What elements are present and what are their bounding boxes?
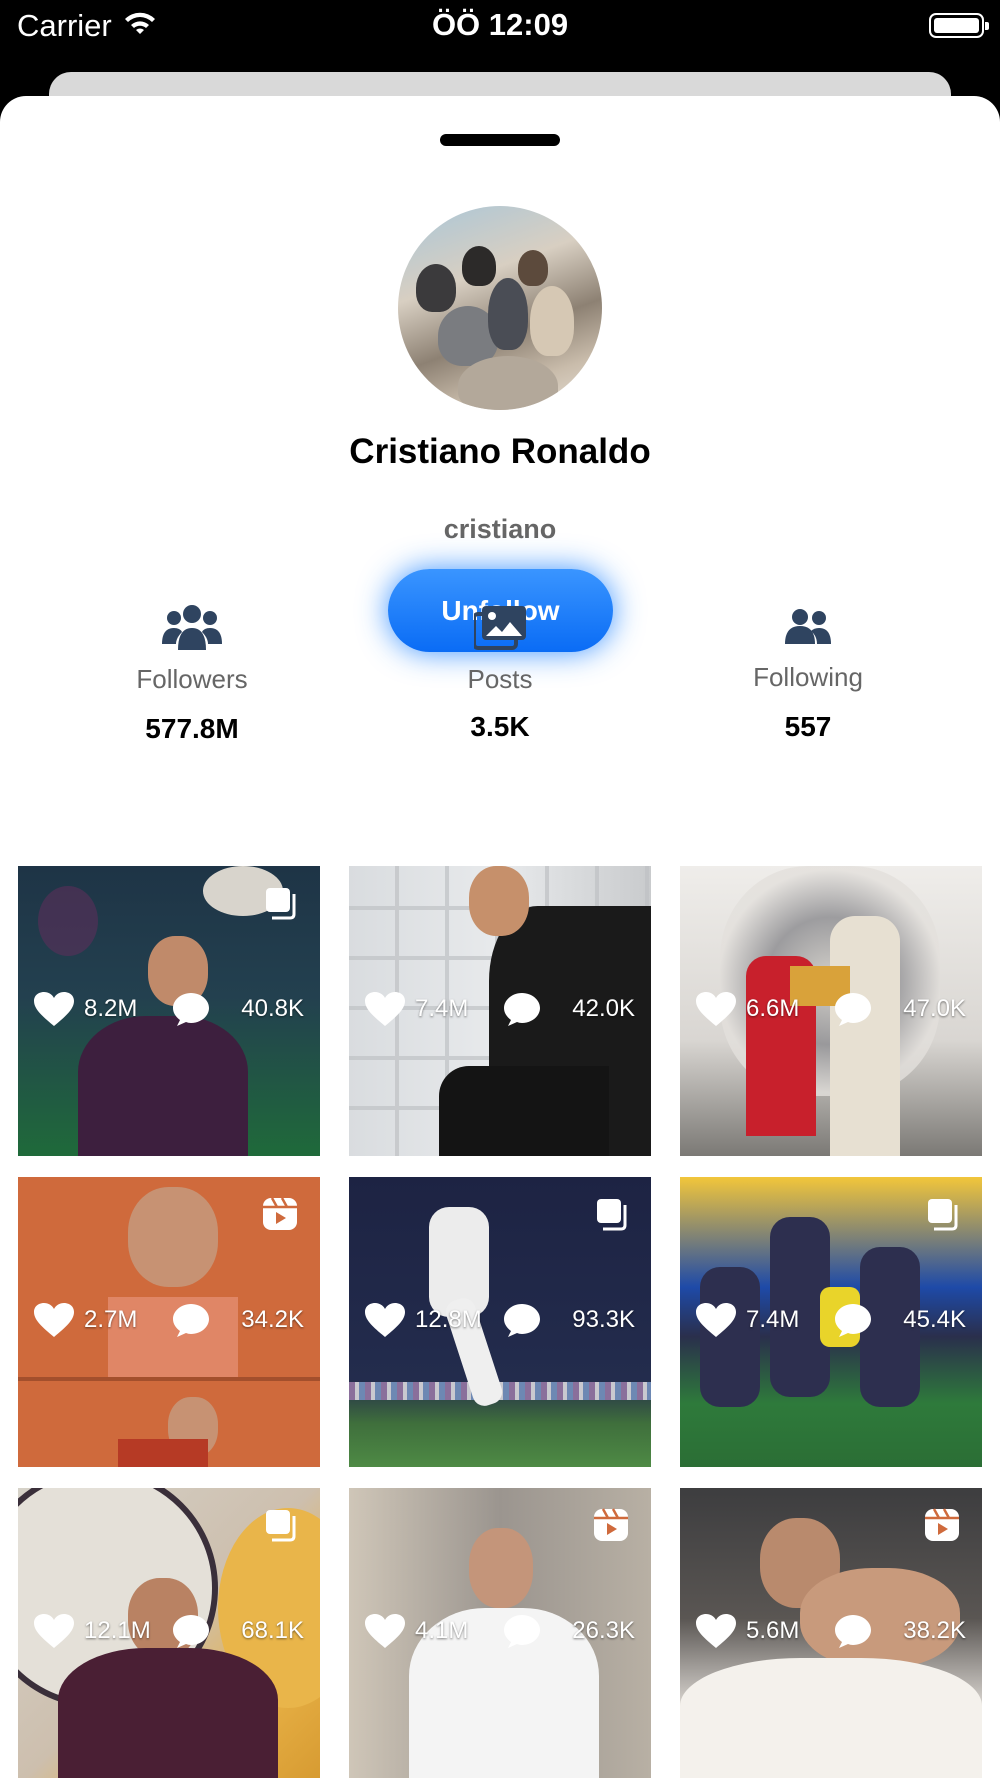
comment-icon: [834, 992, 872, 1031]
reel-icon: [924, 1508, 960, 1547]
comments-count: 42.0K: [572, 995, 635, 1022]
heart-icon: [34, 1614, 74, 1655]
heart-icon: [365, 1303, 405, 1344]
avatar[interactable]: [398, 206, 602, 410]
post-tile[interactable]: 7.4M 45.4K: [680, 1177, 982, 1467]
likes-count: 7.4M: [415, 995, 469, 1022]
comments-count: 68.1K: [241, 1617, 304, 1644]
comment-icon: [503, 1303, 541, 1342]
comments-count: 40.8K: [241, 995, 304, 1022]
carousel-icon: [595, 1197, 629, 1236]
post-stats: 7.4M 42.0K: [349, 866, 651, 1156]
comments-count: 38.2K: [903, 1617, 966, 1644]
stat-value: 3.5K: [470, 711, 530, 742]
stat-value: 577.8M: [145, 713, 239, 744]
comment-icon: [503, 1614, 541, 1653]
post-tile[interactable]: 8.2M 40.8K: [18, 866, 320, 1156]
stat-following[interactable]: Following 557: [658, 608, 958, 743]
heart-icon: [696, 992, 736, 1033]
status-time: ÖÖ 12:09: [431, 7, 569, 42]
reel-icon: [593, 1508, 629, 1547]
post-tile[interactable]: 7.4M 42.0K: [349, 866, 651, 1156]
likes-count: 2.7M: [84, 1306, 138, 1333]
comment-icon: [503, 992, 541, 1031]
images-icon: [474, 606, 526, 650]
comment-icon: [834, 1303, 872, 1342]
heart-icon: [696, 1303, 736, 1344]
stat-value: 557: [784, 711, 832, 742]
stat-label: Followers: [136, 664, 248, 694]
profile-sheet: Cristiano Ronaldo cristiano Unfollow Fol…: [0, 96, 1000, 1778]
heart-icon: [34, 992, 74, 1033]
post-tile[interactable]: 6.6M 47.0K: [680, 866, 982, 1156]
likes-count: 12.1M: [84, 1617, 151, 1644]
comments-count: 47.0K: [903, 995, 966, 1022]
post-stats: 6.6M 47.0K: [680, 866, 982, 1156]
comment-icon: [834, 1614, 872, 1653]
stat-followers[interactable]: Followers 577.8M: [42, 604, 342, 745]
status-bar: Carrier ÖÖ 12:09: [0, 0, 1000, 52]
post-tile[interactable]: 4.1M 26.3K: [349, 1488, 651, 1778]
likes-count: 4.1M: [415, 1617, 469, 1644]
likes-count: 12.8M: [415, 1306, 482, 1333]
reel-icon: [262, 1197, 298, 1236]
likes-count: 5.6M: [746, 1617, 800, 1644]
stat-posts[interactable]: Posts 3.5K: [350, 606, 650, 743]
post-tile[interactable]: 2.7M 34.2K: [18, 1177, 320, 1467]
heart-icon: [696, 1614, 736, 1655]
battery-icon: [929, 13, 989, 38]
comment-icon: [172, 1303, 210, 1342]
likes-count: 8.2M: [84, 995, 138, 1022]
comment-icon: [172, 1614, 210, 1653]
carousel-icon: [264, 1508, 298, 1547]
likes-count: 6.6M: [746, 995, 800, 1022]
comments-count: 34.2K: [241, 1306, 304, 1333]
sheet-grabber[interactable]: [440, 134, 560, 146]
heart-icon: [365, 1614, 405, 1655]
profile-name: Cristiano Ronaldo: [349, 432, 651, 471]
stat-label: Following: [753, 662, 863, 692]
users-group-icon: [162, 605, 222, 650]
stat-label: Posts: [467, 664, 533, 694]
post-tile[interactable]: 12.1M 68.1K: [18, 1488, 320, 1778]
heart-icon: [34, 1303, 74, 1344]
heart-icon: [365, 992, 405, 1033]
likes-count: 7.4M: [746, 1306, 800, 1333]
carousel-icon: [264, 886, 298, 925]
post-tile[interactable]: 5.6M 38.2K: [680, 1488, 982, 1778]
comments-count: 93.3K: [572, 1306, 635, 1333]
post-tile[interactable]: 12.8M 93.3K: [349, 1177, 651, 1467]
comments-count: 45.4K: [903, 1306, 966, 1333]
profile-username: cristiano: [443, 514, 557, 544]
comments-count: 26.3K: [572, 1617, 635, 1644]
carousel-icon: [926, 1197, 960, 1236]
comment-icon: [172, 992, 210, 1031]
user-friends-icon: [785, 609, 831, 644]
